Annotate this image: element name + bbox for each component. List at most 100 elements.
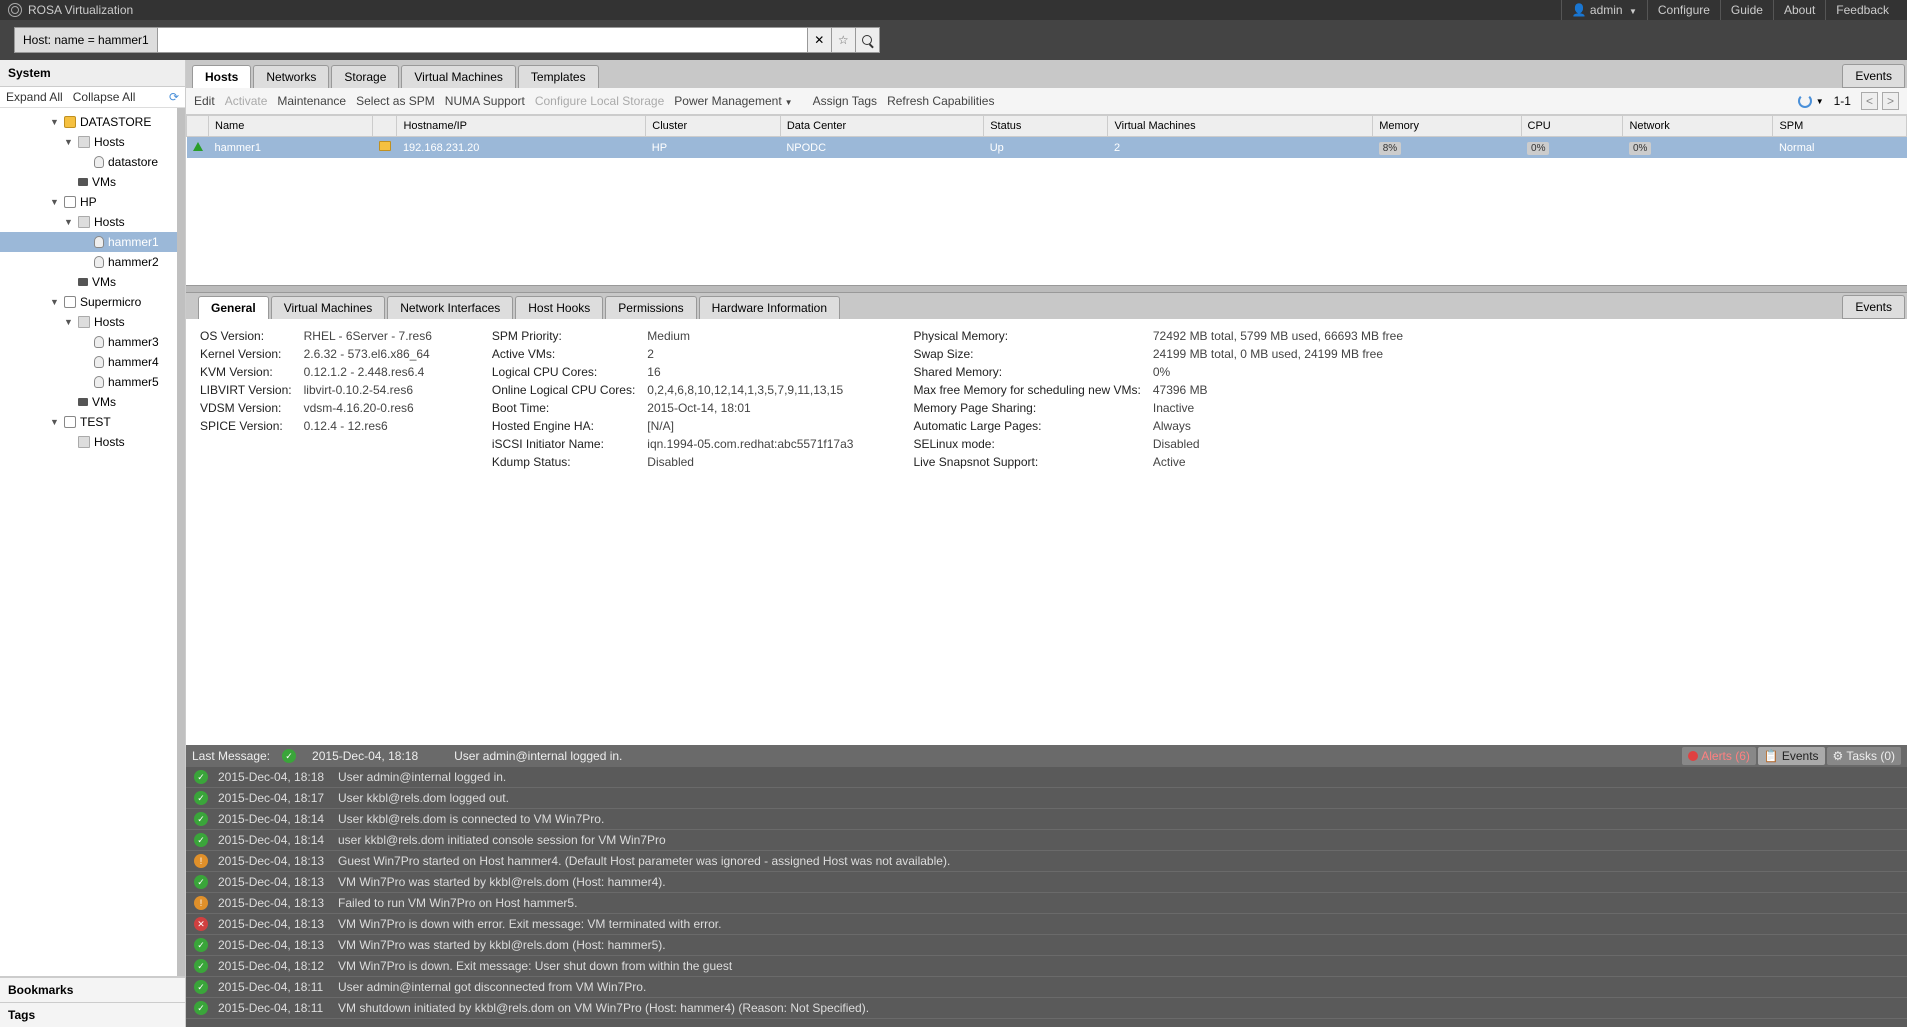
tree-arrow-icon[interactable]: ▼	[50, 297, 60, 307]
bookmarks-section[interactable]: Bookmarks	[0, 977, 185, 1002]
tab-events[interactable]: Events	[1842, 64, 1905, 88]
expand-all[interactable]: Expand All	[6, 90, 63, 104]
table-row[interactable]: hammer1 192.168.231.20 HP NPODC Up 2 8% …	[187, 137, 1907, 159]
col-status[interactable]: Status	[984, 116, 1108, 137]
col-memory[interactable]: Memory	[1373, 116, 1521, 137]
event-row[interactable]: ✓2015-Dec-04, 18:14user kkbl@rels.dom in…	[186, 830, 1907, 851]
pager-prev[interactable]: <	[1861, 92, 1878, 110]
event-row[interactable]: !2015-Dec-04, 18:13Guest Win7Pro started…	[186, 851, 1907, 872]
nav-configure[interactable]: Configure	[1647, 0, 1720, 20]
toolbar-select-as-spm[interactable]: Select as SPM	[356, 94, 435, 108]
toolbar-maintenance[interactable]: Maintenance	[277, 94, 346, 108]
tree-item-hammer5[interactable]: hammer5	[0, 372, 177, 392]
event-row[interactable]: ✓2015-Dec-04, 18:14User kkbl@rels.dom is…	[186, 809, 1907, 830]
col-spm[interactable]: SPM	[1773, 116, 1907, 137]
nav-about[interactable]: About	[1773, 0, 1825, 20]
nav-feedback[interactable]: Feedback	[1825, 0, 1899, 20]
search-button[interactable]	[856, 27, 880, 53]
col-cluster[interactable]: Cluster	[646, 116, 781, 137]
search-favorite-button[interactable]: ☆	[832, 27, 856, 53]
tree-arrow-icon[interactable]: ▼	[50, 417, 60, 427]
event-row[interactable]: ✓2015-Dec-04, 18:13VM Win7Pro was starte…	[186, 935, 1907, 956]
search-prefix[interactable]: Host: name = hammer1	[14, 27, 158, 53]
tree-item-vms[interactable]: VMs	[0, 172, 177, 192]
refresh-icon[interactable]	[1798, 94, 1812, 108]
tree-arrow-icon[interactable]: ▼	[64, 137, 74, 147]
tree-item-test[interactable]: ▼TEST	[0, 412, 177, 432]
col-icon[interactable]	[373, 116, 397, 137]
nav-guide[interactable]: Guide	[1720, 0, 1773, 20]
tree-item-hp[interactable]: ▼HP	[0, 192, 177, 212]
ok-icon: ✓	[282, 749, 296, 763]
detail-label: VDSM Version:	[200, 401, 292, 415]
detail-value: 2.6.32 - 573.el6.x86_64	[304, 347, 432, 361]
tree-item-datastore[interactable]: ▼DATASTORE	[0, 112, 177, 132]
search-input[interactable]	[158, 27, 808, 53]
collapse-all[interactable]: Collapse All	[73, 90, 136, 104]
detail-value: Active	[1153, 455, 1403, 469]
col-data-center[interactable]: Data Center	[780, 116, 983, 137]
tab-hosts[interactable]: Hosts	[192, 65, 251, 88]
folder-icon	[78, 136, 90, 148]
col-network[interactable]: Network	[1623, 116, 1773, 137]
tab-virtual-machines[interactable]: Virtual Machines	[401, 65, 516, 88]
subtab-permissions[interactable]: Permissions	[605, 296, 696, 319]
event-row[interactable]: ✓2015-Dec-04, 18:11VM shutdown initiated…	[186, 998, 1907, 1019]
event-row[interactable]: ✓2015-Dec-04, 18:13VM Win7Pro was starte…	[186, 872, 1907, 893]
tree-item-hammer1[interactable]: hammer1	[0, 232, 177, 252]
tree-item-vms[interactable]: VMs	[0, 272, 177, 292]
tab-templates[interactable]: Templates	[518, 65, 599, 88]
event-row[interactable]: ✓2015-Dec-04, 18:11User admin@internal g…	[186, 977, 1907, 998]
col-icon[interactable]	[187, 116, 209, 137]
tree-item-supermicro[interactable]: ▼Supermicro	[0, 292, 177, 312]
tab-storage[interactable]: Storage	[331, 65, 399, 88]
cell-mem: 8%	[1379, 142, 1401, 155]
subtab-virtual-machines[interactable]: Virtual Machines	[271, 296, 386, 319]
tree-arrow-icon[interactable]: ▼	[50, 197, 60, 207]
tab-networks[interactable]: Networks	[253, 65, 329, 88]
events-button[interactable]: 📋 Events	[1758, 747, 1825, 765]
tags-section[interactable]: Tags	[0, 1002, 185, 1027]
tree-item-hosts[interactable]: ▼Hosts	[0, 132, 177, 152]
event-row[interactable]: ✕2015-Dec-04, 18:13VM Win7Pro is down wi…	[186, 914, 1907, 935]
subtab-network-interfaces[interactable]: Network Interfaces	[387, 296, 513, 319]
tree[interactable]: ▼DATASTORE▼HostsdatastoreVMs▼HP▼Hostsham…	[0, 108, 185, 976]
splitter[interactable]	[186, 285, 1907, 293]
event-row[interactable]: ✓2015-Dec-04, 18:18User admin@internal l…	[186, 767, 1907, 788]
search-clear-button[interactable]: ✕	[808, 27, 832, 53]
user-menu[interactable]: 👤 admin ▼	[1561, 0, 1647, 20]
subtab-events[interactable]: Events	[1842, 295, 1905, 319]
event-row[interactable]: ✓2015-Dec-04, 18:12VM Win7Pro is down. E…	[186, 956, 1907, 977]
refresh-tree-button[interactable]: ⟳	[169, 90, 179, 104]
toolbar-edit[interactable]: Edit	[194, 94, 215, 108]
toolbar-numa-support[interactable]: NUMA Support	[445, 94, 525, 108]
tree-arrow-icon[interactable]: ▼	[50, 117, 60, 127]
subtab-general[interactable]: General	[198, 296, 269, 319]
toolbar-refresh-capabilities[interactable]: Refresh Capabilities	[887, 94, 994, 108]
col-name[interactable]: Name	[209, 116, 373, 137]
col-virtual-machines[interactable]: Virtual Machines	[1108, 116, 1373, 137]
tree-arrow-icon[interactable]: ▼	[64, 217, 74, 227]
tree-item-hammer4[interactable]: hammer4	[0, 352, 177, 372]
toolbar-power-management[interactable]: Power Management▼	[674, 94, 802, 108]
col-cpu[interactable]: CPU	[1521, 116, 1623, 137]
subtab-host-hooks[interactable]: Host Hooks	[515, 296, 603, 319]
tree-item-hammer3[interactable]: hammer3	[0, 332, 177, 352]
subtab-hardware-information[interactable]: Hardware Information	[699, 296, 840, 319]
col-hostname-ip[interactable]: Hostname/IP	[397, 116, 646, 137]
tree-item-hammer2[interactable]: hammer2	[0, 252, 177, 272]
cluster-icon	[64, 416, 76, 428]
pager-next[interactable]: >	[1882, 92, 1899, 110]
events-list[interactable]: ✓2015-Dec-04, 18:18User admin@internal l…	[186, 767, 1907, 1027]
tree-item-hosts[interactable]: ▼Hosts	[0, 312, 177, 332]
event-row[interactable]: ✓2015-Dec-04, 18:17User kkbl@rels.dom lo…	[186, 788, 1907, 809]
tree-item-hosts[interactable]: Hosts	[0, 432, 177, 452]
event-row[interactable]: !2015-Dec-04, 18:13Failed to run VM Win7…	[186, 893, 1907, 914]
alerts-button[interactable]: Alerts (6)	[1682, 747, 1756, 765]
tree-item-hosts[interactable]: ▼Hosts	[0, 212, 177, 232]
tasks-button[interactable]: ⚙ Tasks (0)	[1827, 747, 1901, 765]
tree-arrow-icon[interactable]: ▼	[64, 317, 74, 327]
toolbar-assign-tags[interactable]: Assign Tags	[813, 94, 877, 108]
tree-item-vms[interactable]: VMs	[0, 392, 177, 412]
tree-item-datastore[interactable]: datastore	[0, 152, 177, 172]
